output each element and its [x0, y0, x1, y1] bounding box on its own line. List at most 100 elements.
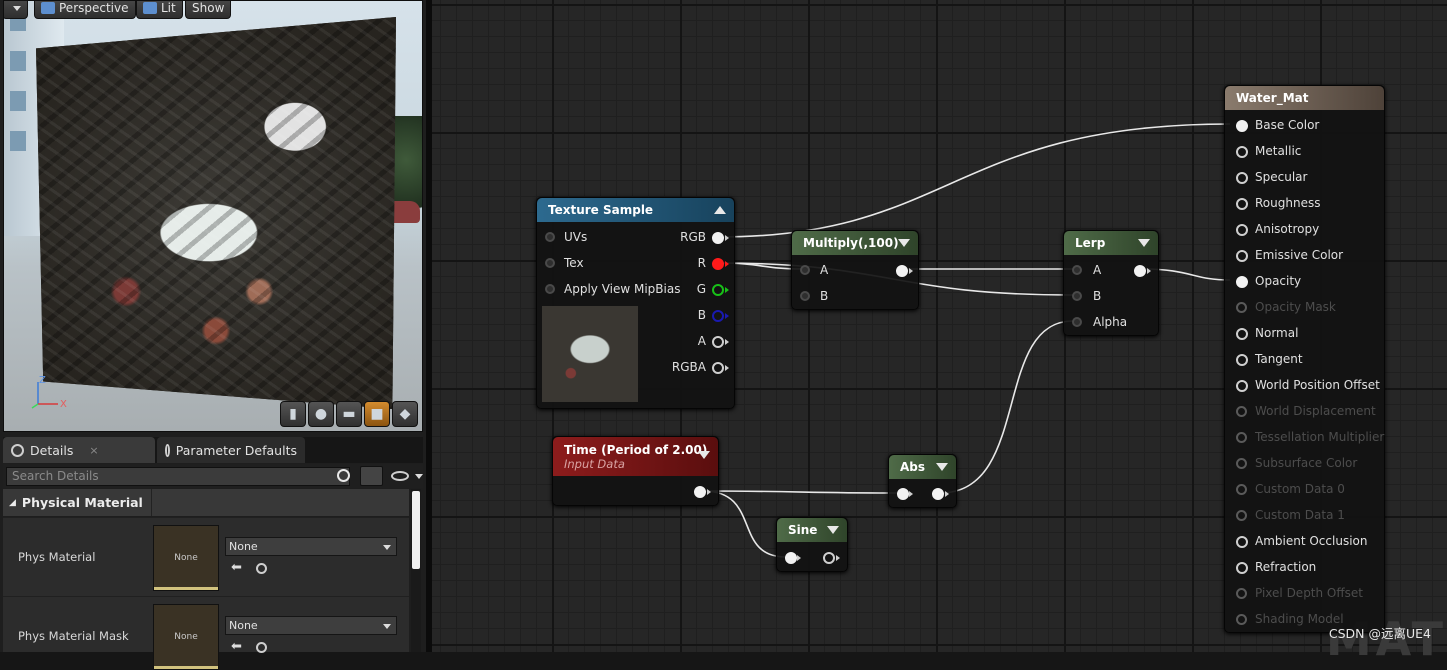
g-output-pin[interactable] [712, 284, 724, 296]
node-header[interactable]: Texture Sample [537, 198, 734, 222]
details-tab-bar: Details × Parameter Defaults [3, 437, 423, 463]
tab-details[interactable]: Details × [3, 437, 155, 463]
material-input-pin[interactable] [1236, 432, 1247, 443]
b-input-pin[interactable] [800, 291, 810, 301]
node-header[interactable]: Abs [889, 455, 956, 479]
material-input-pin[interactable] [1236, 562, 1248, 574]
abs-input-pin[interactable] [897, 488, 909, 500]
mesh-preview-icon[interactable]: ◆ [392, 401, 418, 427]
abs-output-pin[interactable] [932, 488, 944, 500]
collapse-icon[interactable] [714, 206, 726, 214]
a-input-pin[interactable] [800, 265, 810, 275]
lerp-output-pin[interactable] [1134, 265, 1146, 277]
view-options-button[interactable] [359, 466, 384, 486]
node-header[interactable]: Lerp [1064, 231, 1158, 255]
b-output-pin[interactable] [712, 310, 724, 322]
material-input-pin[interactable] [1236, 354, 1248, 366]
material-input-pin[interactable] [1236, 172, 1248, 184]
b-input-pin[interactable] [1072, 291, 1082, 301]
phys-material-mask-combo[interactable]: None [225, 616, 397, 635]
time-node[interactable]: Time (Period of 2.00) Input Data [552, 436, 719, 506]
material-thumbnail[interactable]: None [153, 525, 219, 591]
uvs-input-pin[interactable] [545, 232, 555, 242]
tex-input-pin[interactable] [545, 258, 555, 268]
collapse-icon[interactable] [898, 239, 910, 247]
chevron-down-icon[interactable] [415, 473, 423, 479]
collapse-icon[interactable] [1138, 239, 1150, 247]
material-input-pin[interactable] [1236, 328, 1248, 340]
close-icon[interactable]: × [89, 444, 98, 457]
browse-icon[interactable] [256, 642, 267, 653]
axis-gizmo-icon: Z X [31, 376, 67, 410]
material-thumbnail[interactable]: None [153, 604, 219, 670]
pin-label: B [820, 289, 829, 303]
texture-thumbnail [542, 306, 638, 402]
material-input-pin[interactable] [1236, 302, 1247, 313]
lerp-node[interactable]: Lerp A B Alpha [1063, 230, 1159, 336]
material-input-pin[interactable] [1236, 146, 1248, 158]
abs-node[interactable]: Abs [888, 454, 957, 508]
material-input-pin[interactable] [1236, 510, 1247, 521]
material-input-pin[interactable] [1236, 458, 1247, 469]
category-physical-material[interactable]: ◢ Physical Material [3, 489, 409, 516]
material-input-pin[interactable] [1236, 588, 1247, 599]
viewport-menu-button[interactable] [4, 1, 28, 19]
sine-input-pin[interactable] [785, 552, 797, 564]
a-input-pin[interactable] [1072, 265, 1082, 275]
lit-button[interactable]: Lit [136, 1, 183, 19]
viewport-preview[interactable]: Perspective Lit Show Z X ▮ ● ▬ ■ ◆ [3, 0, 423, 432]
use-selected-icon[interactable]: ⬅ [231, 560, 242, 575]
alpha-input-pin[interactable] [1072, 317, 1082, 327]
plane-preview-icon[interactable]: ▬ [336, 401, 362, 427]
material-input-pin[interactable] [1236, 198, 1248, 210]
phys-material-combo[interactable]: None [225, 537, 397, 556]
material-input-label: World Displacement [1255, 404, 1376, 418]
collapse-icon[interactable] [936, 463, 948, 471]
material-input-pin[interactable] [1236, 224, 1248, 236]
search-details-input[interactable]: Search Details [6, 466, 350, 486]
rgb-output-pin[interactable] [712, 232, 724, 244]
material-input-pin[interactable] [1236, 120, 1248, 132]
axis-z-label: Z [39, 376, 46, 386]
material-input-pin[interactable] [1236, 380, 1248, 392]
material-input-pin[interactable] [1236, 250, 1248, 262]
material-input-pin[interactable] [1236, 614, 1247, 625]
axis-x-label: X [60, 399, 67, 410]
node-header[interactable]: Multiply(,100) [792, 231, 918, 255]
material-input-pin[interactable] [1236, 484, 1247, 495]
scrollbar-thumb[interactable] [412, 491, 420, 569]
search-icon [11, 443, 24, 457]
r-output-pin[interactable] [712, 258, 724, 270]
texture-sample-node[interactable]: Texture Sample UVs Tex Apply View MipBia… [536, 197, 735, 409]
multiply-output-pin[interactable] [896, 265, 908, 277]
cube-preview-icon[interactable]: ■ [364, 401, 390, 427]
material-input-label: Metallic [1255, 144, 1302, 158]
eye-icon[interactable] [391, 471, 409, 481]
rgba-output-pin[interactable] [712, 362, 724, 374]
node-header[interactable]: Water_Mat [1225, 86, 1384, 110]
material-graph-canvas[interactable]: MAT Texture Sample UVs Tex Apply View Mi… [432, 0, 1447, 666]
pin-label: A [697, 334, 706, 348]
mipbias-input-pin[interactable] [545, 284, 555, 294]
node-header[interactable]: Time (Period of 2.00) Input Data [553, 437, 718, 476]
node-header[interactable]: Sine [777, 518, 847, 542]
material-input-pin[interactable] [1236, 276, 1248, 288]
show-button[interactable]: Show [185, 1, 232, 19]
details-scrollbar[interactable] [411, 489, 421, 652]
material-input-pin[interactable] [1236, 406, 1247, 417]
tab-parameter-defaults[interactable]: Parameter Defaults [157, 437, 305, 463]
water-mat-result-node[interactable]: Water_Mat Base Color Metallic Specular Roug… [1224, 85, 1385, 633]
perspective-button[interactable]: Perspective [34, 1, 136, 19]
sine-node[interactable]: Sine [776, 517, 848, 572]
pin-label: A [1093, 263, 1102, 277]
sine-output-pin[interactable] [823, 552, 835, 564]
cylinder-preview-icon[interactable]: ▮ [280, 401, 306, 427]
multiply-node[interactable]: Multiply(,100) A B [791, 230, 919, 310]
a-output-pin[interactable] [712, 336, 724, 348]
material-input-pin[interactable] [1236, 536, 1248, 548]
browse-icon[interactable] [256, 563, 267, 574]
collapse-icon[interactable] [698, 451, 710, 459]
sphere-preview-icon[interactable]: ● [308, 401, 334, 427]
time-output-pin[interactable] [694, 486, 706, 498]
collapse-icon[interactable] [827, 526, 839, 534]
